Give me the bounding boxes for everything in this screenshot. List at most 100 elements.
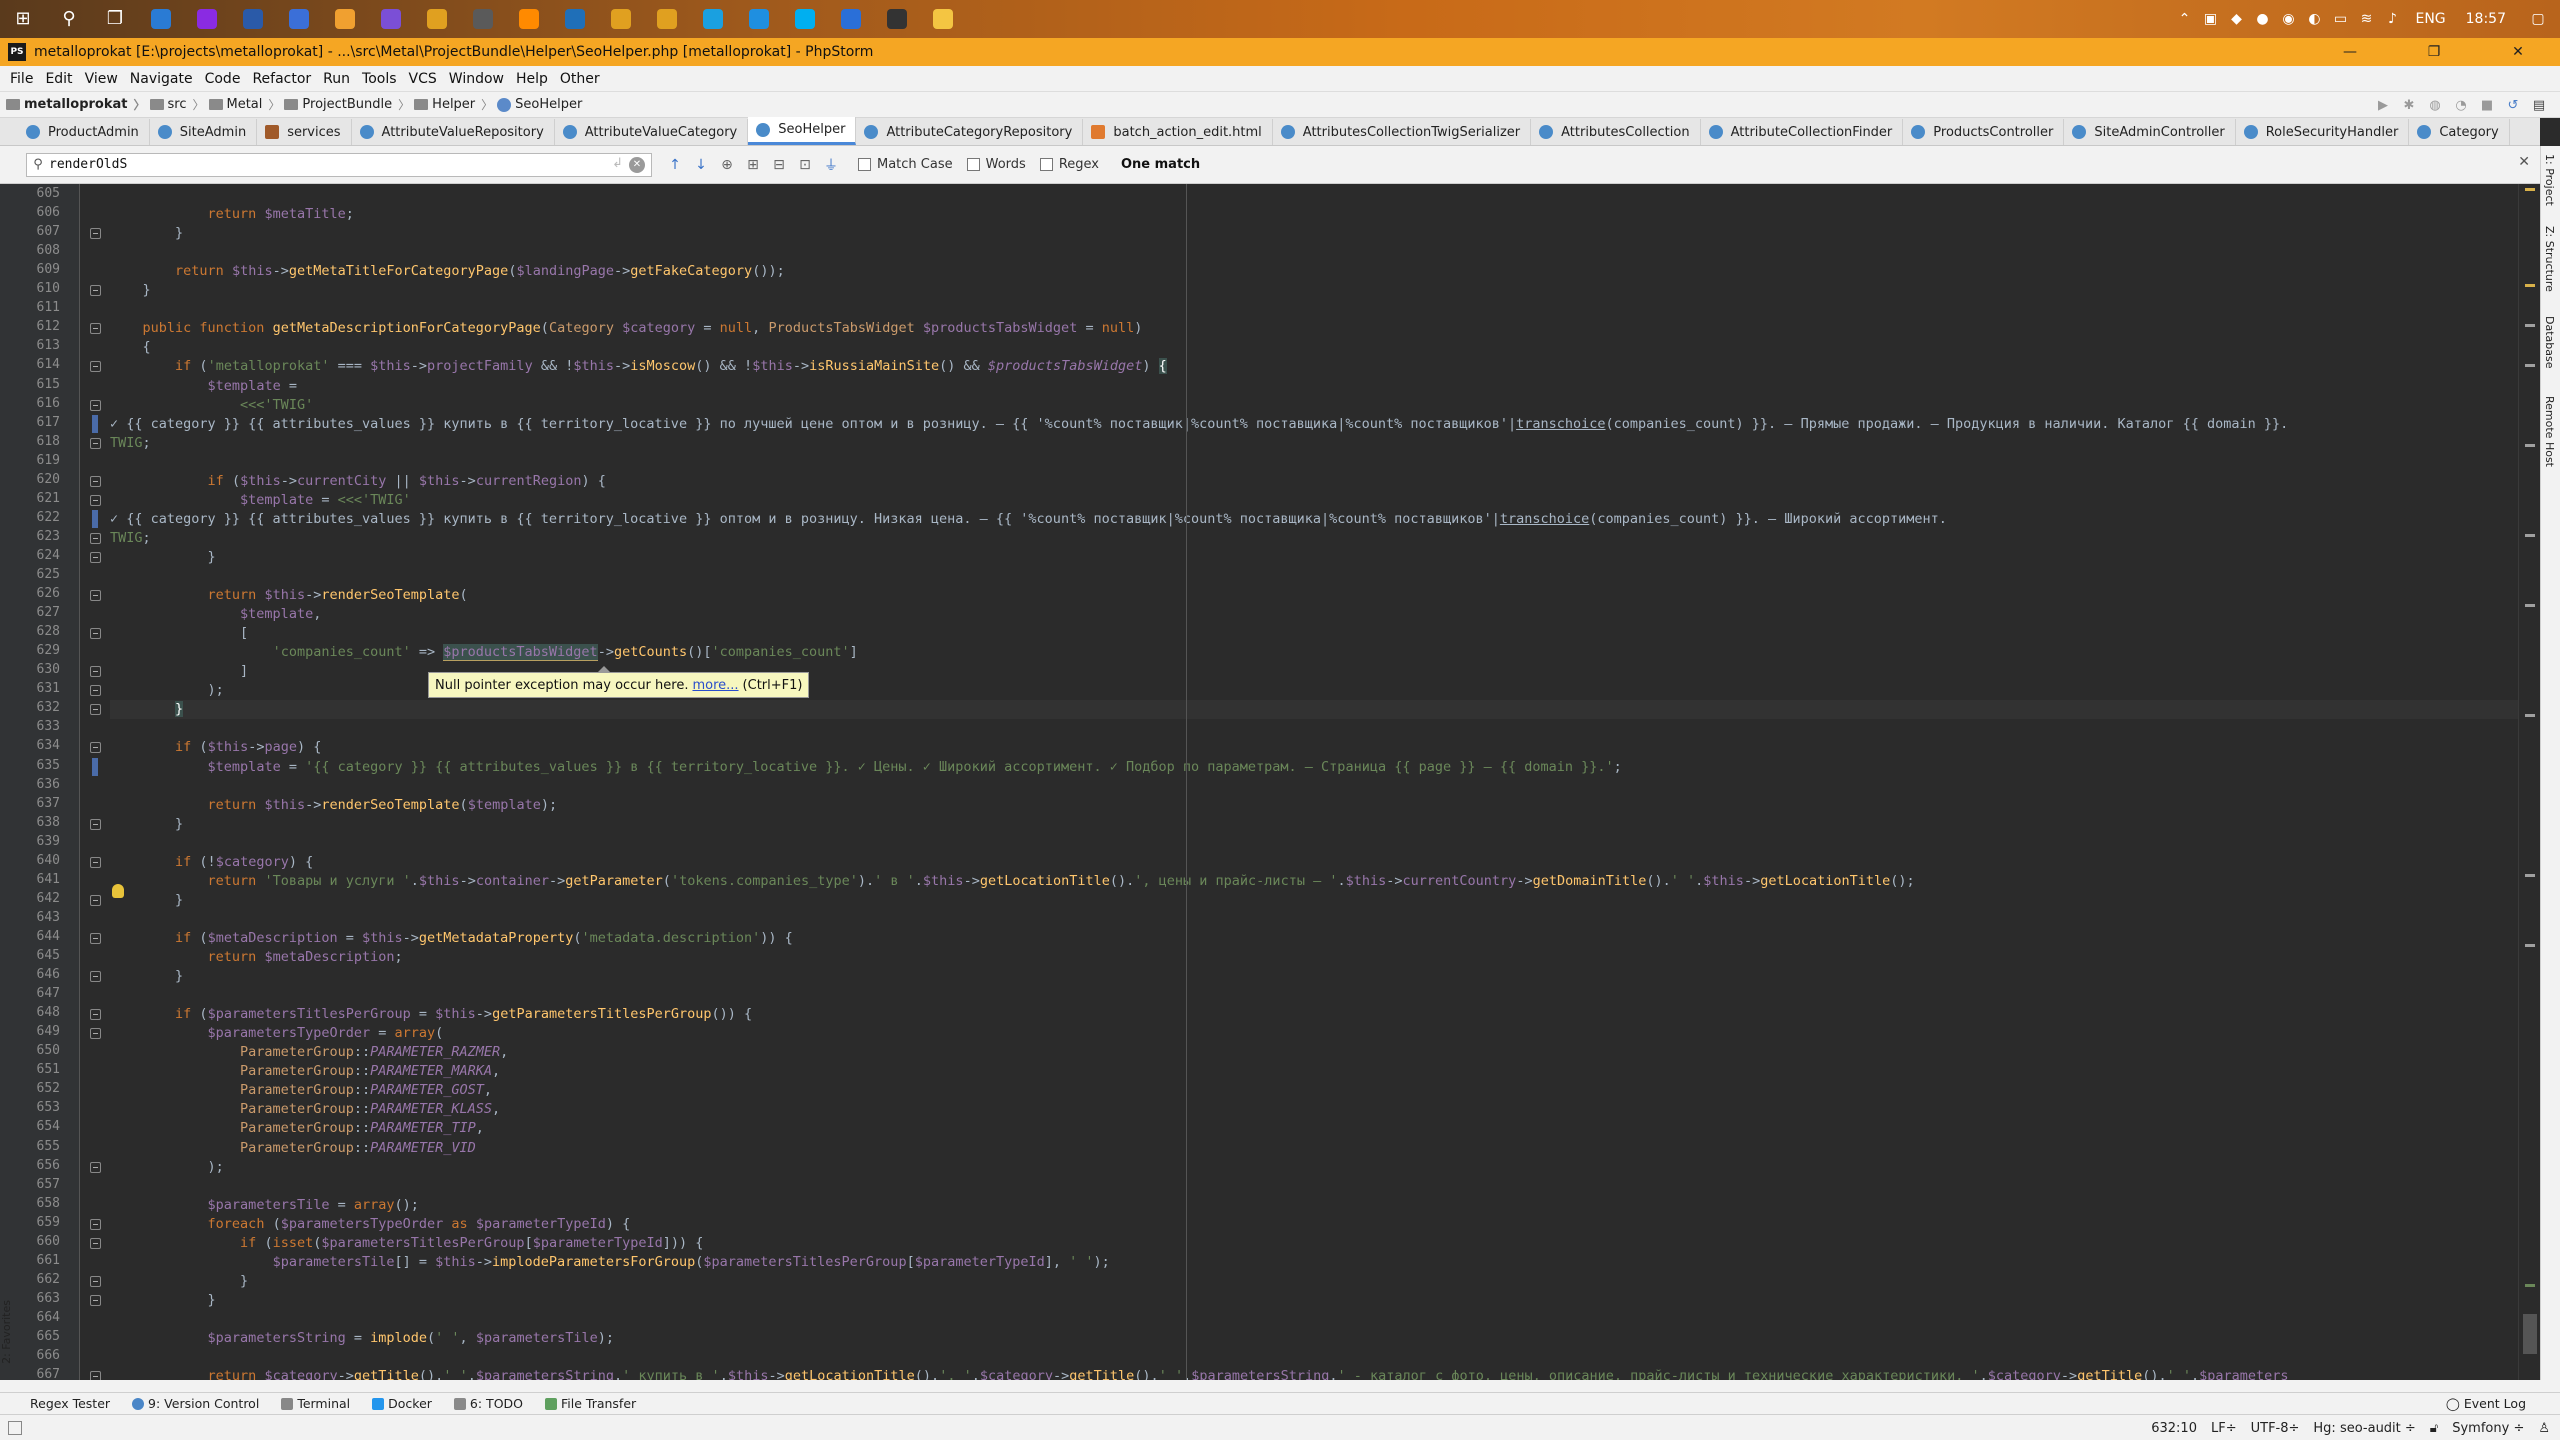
- line-number[interactable]: 626: [0, 586, 60, 601]
- app-icon[interactable]: [276, 0, 322, 38]
- fold-toggle-icon[interactable]: [90, 1294, 101, 1306]
- line-number[interactable]: 607: [0, 224, 60, 239]
- line-number[interactable]: 621: [0, 491, 60, 506]
- menu-item-view[interactable]: View: [79, 71, 124, 87]
- fold-toggle-icon[interactable]: [90, 399, 101, 411]
- line-number[interactable]: 617: [0, 415, 60, 430]
- code-line[interactable]: public function getMetaDescriptionForCat…: [110, 319, 1143, 338]
- line-number[interactable]: 606: [0, 205, 60, 220]
- app-icon[interactable]: [460, 0, 506, 38]
- tab-productscontroller[interactable]: ProductsController: [1903, 119, 2065, 145]
- explorer-icon[interactable]: [920, 0, 966, 38]
- line-number[interactable]: 611: [0, 300, 60, 315]
- add-occurrence-icon[interactable]: ⊞: [740, 152, 766, 178]
- find-input[interactable]: [49, 154, 589, 175]
- fold-toggle-icon[interactable]: [90, 932, 101, 944]
- code-line[interactable]: if (isset($parametersTitlesPerGroup[$par…: [110, 1234, 703, 1253]
- line-number[interactable]: 652: [0, 1081, 60, 1096]
- symfony-widget[interactable]: Symfony ÷: [2452, 1421, 2524, 1436]
- caret-position[interactable]: 632:10: [2151, 1421, 2197, 1436]
- line-number[interactable]: 643: [0, 910, 60, 925]
- windows-start-icon[interactable]: ⊞: [0, 0, 46, 38]
- tray-app-icon[interactable]: ◉: [2275, 0, 2301, 38]
- regex-tester-tab[interactable]: Regex Tester: [30, 1396, 110, 1411]
- fold-toggle-icon[interactable]: [90, 1028, 101, 1040]
- breadcrumb-item[interactable]: src 〉: [149, 96, 205, 113]
- code-line[interactable]: return $metaDescription;: [110, 948, 403, 967]
- line-number[interactable]: 644: [0, 929, 60, 944]
- line-number[interactable]: 645: [0, 948, 60, 963]
- fold-toggle-icon[interactable]: [90, 894, 101, 906]
- line-number[interactable]: 624: [0, 548, 60, 563]
- code-line[interactable]: if ($this->currentCity || $this->current…: [110, 472, 606, 491]
- tab-attributescollectiontwigserializer[interactable]: AttributesCollectionTwigSerializer: [1273, 119, 1532, 145]
- code-line[interactable]: return $category->getTitle().' '.$parame…: [110, 1367, 2289, 1380]
- stripe-mark[interactable]: [2525, 714, 2535, 717]
- stripe-mark[interactable]: [2525, 944, 2535, 947]
- warning-stripe-mark[interactable]: [2525, 284, 2535, 287]
- vcs-change-marker[interactable]: [92, 509, 98, 528]
- code-area[interactable]: return $metaTitle; } return $this->getMe…: [110, 184, 2540, 1380]
- menu-item-help[interactable]: Help: [510, 71, 554, 87]
- code-line[interactable]: );: [110, 1158, 224, 1177]
- error-stripe-mark[interactable]: [2525, 188, 2535, 191]
- close-window-button[interactable]: ✕: [2476, 38, 2560, 66]
- line-number[interactable]: 616: [0, 396, 60, 411]
- line-number[interactable]: 613: [0, 338, 60, 353]
- menu-item-edit[interactable]: Edit: [39, 71, 78, 87]
- tab-attributevaluecategory[interactable]: AttributeValueCategory: [555, 119, 749, 145]
- fold-toggle-icon[interactable]: [90, 323, 101, 335]
- stripe-mark[interactable]: [2525, 364, 2535, 367]
- docker-tab[interactable]: Docker: [372, 1396, 432, 1411]
- code-line[interactable]: ParameterGroup::PARAMETER_VID: [110, 1139, 476, 1158]
- code-line[interactable]: if ('metalloprokat' === $this->projectFa…: [110, 357, 1167, 376]
- editor-scrollbar[interactable]: [2518, 184, 2540, 1380]
- line-number[interactable]: 637: [0, 796, 60, 811]
- fold-toggle-icon[interactable]: [90, 1275, 101, 1287]
- fold-toggle-icon[interactable]: [90, 285, 101, 297]
- menu-item-window[interactable]: Window: [443, 71, 510, 87]
- chrome-icon[interactable]: [644, 0, 690, 38]
- line-number[interactable]: 636: [0, 777, 60, 792]
- stripe-mark[interactable]: [2525, 874, 2535, 877]
- code-line[interactable]: 'companies_count' => $productsTabsWidget…: [110, 643, 858, 662]
- line-number[interactable]: 649: [0, 1024, 60, 1039]
- tab-attributecategoryrepository[interactable]: AttributeCategoryRepository: [856, 119, 1084, 145]
- code-line[interactable]: return $this->getMetaTitleForCategoryPag…: [110, 262, 785, 281]
- line-number[interactable]: 632: [0, 700, 60, 715]
- code-line[interactable]: if ($metaDescription = $this->getMetadat…: [110, 929, 793, 948]
- tab-attributecollectionfinder[interactable]: AttributeCollectionFinder: [1701, 119, 1904, 145]
- stop-icon[interactable]: ■: [2474, 92, 2500, 118]
- line-number[interactable]: 612: [0, 319, 60, 334]
- project-tool-tab[interactable]: 1: Project: [2543, 154, 2556, 206]
- code-line[interactable]: return $metaTitle;: [110, 205, 354, 224]
- tab-seohelper[interactable]: SeoHelper: [748, 117, 857, 145]
- viber-tray-icon[interactable]: ●: [2249, 0, 2275, 38]
- breadcrumb-item[interactable]: Helper 〉: [414, 96, 493, 113]
- line-number-gutter[interactable]: 605 606 607 608 609 610 611 612 613 614 615 616 617 6…: [0, 184, 80, 1380]
- code-line[interactable]: <<<'TWIG': [110, 396, 313, 415]
- line-number[interactable]: 610: [0, 281, 60, 296]
- fold-toggle-icon[interactable]: [90, 742, 101, 754]
- words-checkbox[interactable]: Words: [966, 157, 1026, 172]
- fold-toggle-icon[interactable]: [90, 437, 101, 449]
- wifi-icon[interactable]: ≋: [2353, 0, 2379, 38]
- line-number[interactable]: 658: [0, 1196, 60, 1211]
- line-number[interactable]: 619: [0, 453, 60, 468]
- task-view-icon[interactable]: ❐: [92, 0, 138, 38]
- code-line[interactable]: $template,: [110, 605, 321, 624]
- code-line[interactable]: ParameterGroup::PARAMETER_KLASS,: [110, 1100, 500, 1119]
- line-number[interactable]: 660: [0, 1234, 60, 1249]
- tray-app-icon[interactable]: ▣: [2197, 0, 2223, 38]
- match-case-checkbox[interactable]: Match Case: [858, 157, 953, 172]
- todo-tab[interactable]: 6: TODO: [453, 1396, 523, 1411]
- stripe-mark[interactable]: [2525, 534, 2535, 537]
- code-line[interactable]: [: [110, 624, 248, 643]
- breadcrumb-item[interactable]: SeoHelper: [497, 97, 582, 112]
- regex-checkbox[interactable]: Regex: [1039, 157, 1099, 172]
- stripe-mark[interactable]: [2525, 604, 2535, 607]
- breadcrumb-item[interactable]: ProjectBundle 〉: [284, 96, 410, 113]
- line-number[interactable]: 642: [0, 891, 60, 906]
- filter-icon[interactable]: ⏚: [818, 152, 844, 178]
- code-line[interactable]: TWIG;: [110, 529, 151, 548]
